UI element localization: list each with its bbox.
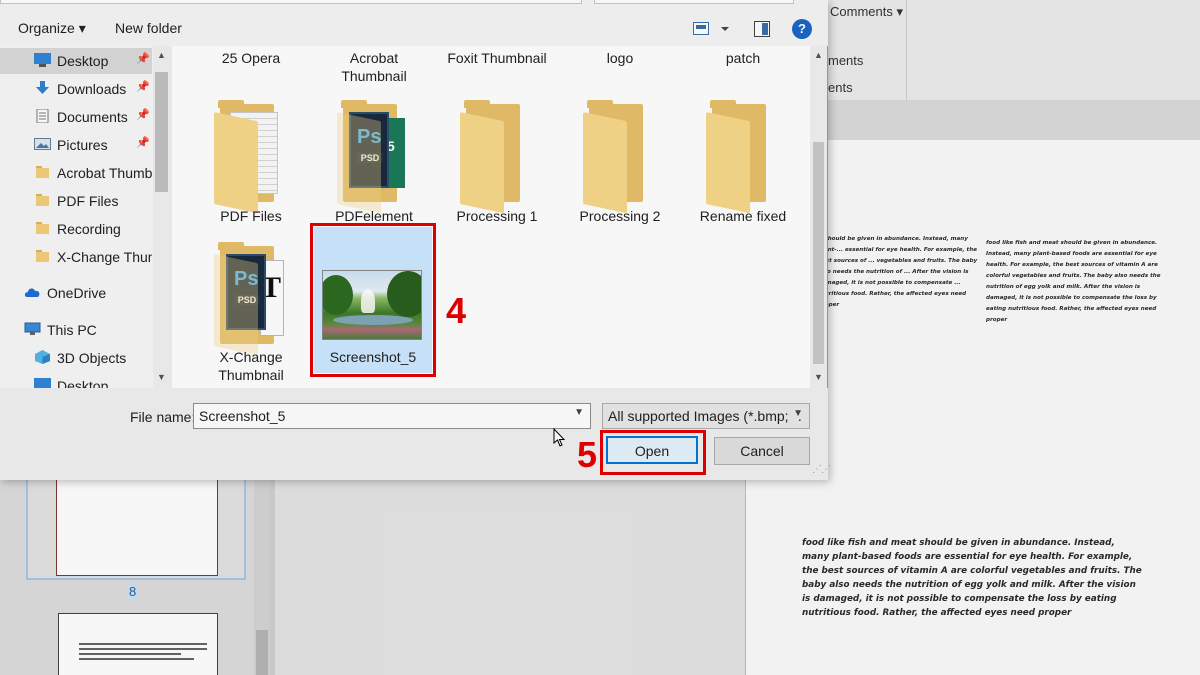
file-item-processing-1[interactable]: Processing 1: [436, 207, 558, 225]
nav-item-desktop-pc[interactable]: Desktop: [0, 373, 152, 388]
open-file-dialog: Organize ▾ New folder ? Desktop 📌 Downlo…: [0, 0, 831, 480]
page-thumbnail[interactable]: [58, 613, 218, 675]
scroll-down-icon[interactable]: ▼: [814, 372, 823, 382]
3d-objects-icon: [35, 350, 50, 364]
file-item-rename-fixed[interactable]: Rename fixed: [682, 207, 804, 225]
nav-item-pdf-files[interactable]: PDF Files: [0, 188, 152, 214]
desktop-icon: [34, 378, 51, 388]
file-type-filter[interactable]: All supported Images (*.bmp; *. ▼: [602, 403, 810, 429]
page-number: 8: [127, 584, 139, 599]
pin-icon: 📌: [136, 53, 150, 65]
scroll-up-icon[interactable]: ▲: [157, 50, 166, 60]
download-icon: [36, 81, 49, 94]
document-area: [275, 480, 745, 675]
comments-menu[interactable]: Comments ▾: [830, 4, 903, 20]
onedrive-icon: [24, 288, 40, 297]
file-item-pdf-files[interactable]: PDF Files: [190, 207, 312, 225]
folder-icon[interactable]: [583, 100, 663, 214]
scrollbar-thumb[interactable]: [155, 72, 168, 192]
nav-item-3d-objects[interactable]: 3D Objects: [0, 345, 152, 371]
desktop-icon: [34, 53, 51, 67]
cancel-button[interactable]: Cancel: [714, 437, 810, 465]
nav-item-recording[interactable]: Recording: [0, 216, 152, 242]
file-list-scrollbar[interactable]: ▲ ▼: [810, 46, 827, 388]
chevron-down-icon[interactable]: ▼: [574, 407, 584, 418]
page-thumbnails-panel: 8: [0, 480, 275, 675]
step-number-5: 5: [577, 434, 598, 475]
ribbon-item[interactable]: ments: [828, 53, 863, 68]
address-bar[interactable]: [0, 0, 582, 4]
folder-icon[interactable]: [706, 100, 786, 214]
file-item-25-opera[interactable]: 25 Opera: [190, 49, 312, 67]
file-item-x-change-thumbnail[interactable]: X-Change Thumbnail: [190, 348, 312, 384]
nav-item-downloads[interactable]: Downloads 📌: [0, 76, 152, 102]
file-name-label: File name:: [130, 409, 196, 425]
folder-icon[interactable]: T Ps PSD: [214, 242, 294, 356]
nav-item-x-change-thumbnail[interactable]: X-Change Thuml: [0, 244, 152, 270]
scroll-down-icon[interactable]: ▼: [157, 372, 166, 382]
nav-item-pictures[interactable]: Pictures 📌: [0, 132, 152, 158]
highlight-box-open: [600, 430, 706, 475]
file-list: 25 Opera Acrobat Thumbnail Foxit Thumbnai…: [172, 46, 810, 388]
thumbnails-scrollbar[interactable]: [254, 480, 270, 675]
navigation-scrollbar[interactable]: ▲ ▼: [153, 46, 170, 388]
view-options-icon[interactable]: [693, 22, 731, 41]
preview-pane-icon[interactable]: [754, 21, 770, 42]
nav-item-documents[interactable]: Documents 📌: [0, 104, 152, 130]
file-item-foxit-thumbnail[interactable]: Foxit Thumbnail: [436, 49, 558, 67]
organize-button[interactable]: Organize ▾: [18, 20, 86, 37]
ribbon-separator: [906, 0, 907, 100]
file-item-processing-2[interactable]: Processing 2: [559, 207, 681, 225]
chevron-down-icon[interactable]: ▼: [791, 408, 803, 419]
folder-icon[interactable]: [460, 100, 540, 214]
scroll-up-icon[interactable]: ▲: [814, 50, 823, 60]
resize-grip-icon[interactable]: ⋰⋰: [812, 464, 831, 475]
folder-icon[interactable]: 5 Ps PSD: [337, 100, 417, 214]
pin-icon: 📌: [136, 109, 150, 121]
file-item-patch[interactable]: patch: [682, 49, 804, 67]
highlight-box-screenshot: [310, 223, 436, 377]
nav-item-acrobat-thumbnail[interactable]: Acrobat Thumbn: [0, 160, 152, 186]
search-box[interactable]: [594, 0, 794, 4]
page-thumbnail-selected[interactable]: [26, 480, 246, 580]
scrollbar-thumb[interactable]: [813, 142, 824, 364]
documents-icon: [36, 109, 49, 123]
folder-icon: [36, 194, 49, 206]
file-item-acrobat-thumbnail[interactable]: Acrobat Thumbnail: [313, 49, 435, 85]
pin-icon: 📌: [136, 81, 150, 93]
page-thumbnail: [56, 480, 218, 576]
ribbon: Comments ▾ ments ents: [828, 0, 1200, 100]
file-name-input[interactable]: Screenshot_5 ▼: [193, 403, 591, 429]
folder-icon: [36, 166, 49, 178]
doc-paragraph: ...should be given in abundance. Instead…: [818, 236, 978, 308]
ribbon-item[interactable]: ents: [828, 80, 853, 95]
pictures-icon: [34, 138, 51, 150]
nav-item-desktop[interactable]: Desktop 📌: [0, 48, 152, 74]
folder-icon[interactable]: [214, 100, 294, 214]
doc-paragraph: food like fish and meat should be given …: [986, 240, 1161, 323]
mouse-cursor-icon: [553, 428, 566, 447]
folder-icon: [36, 222, 49, 234]
nav-item-this-pc[interactable]: This PC: [0, 317, 152, 343]
nav-item-onedrive[interactable]: OneDrive: [0, 280, 152, 306]
doc-paragraph: food like fish and meat should be given …: [802, 538, 1142, 618]
navigation-pane: Desktop 📌 Downloads 📌 Documents 📌 Pictur…: [0, 46, 170, 388]
dialog-toolbar: Organize ▾ New folder ?: [0, 0, 828, 46]
folder-icon: [36, 250, 49, 262]
file-item-logo[interactable]: logo: [559, 49, 681, 67]
ribbon-strip: [828, 100, 1200, 140]
step-number-4: 4: [446, 290, 467, 331]
new-folder-button[interactable]: New folder: [115, 20, 182, 36]
pin-icon: 📌: [136, 137, 150, 149]
help-icon[interactable]: ?: [792, 19, 812, 39]
this-pc-icon: [24, 322, 41, 335]
